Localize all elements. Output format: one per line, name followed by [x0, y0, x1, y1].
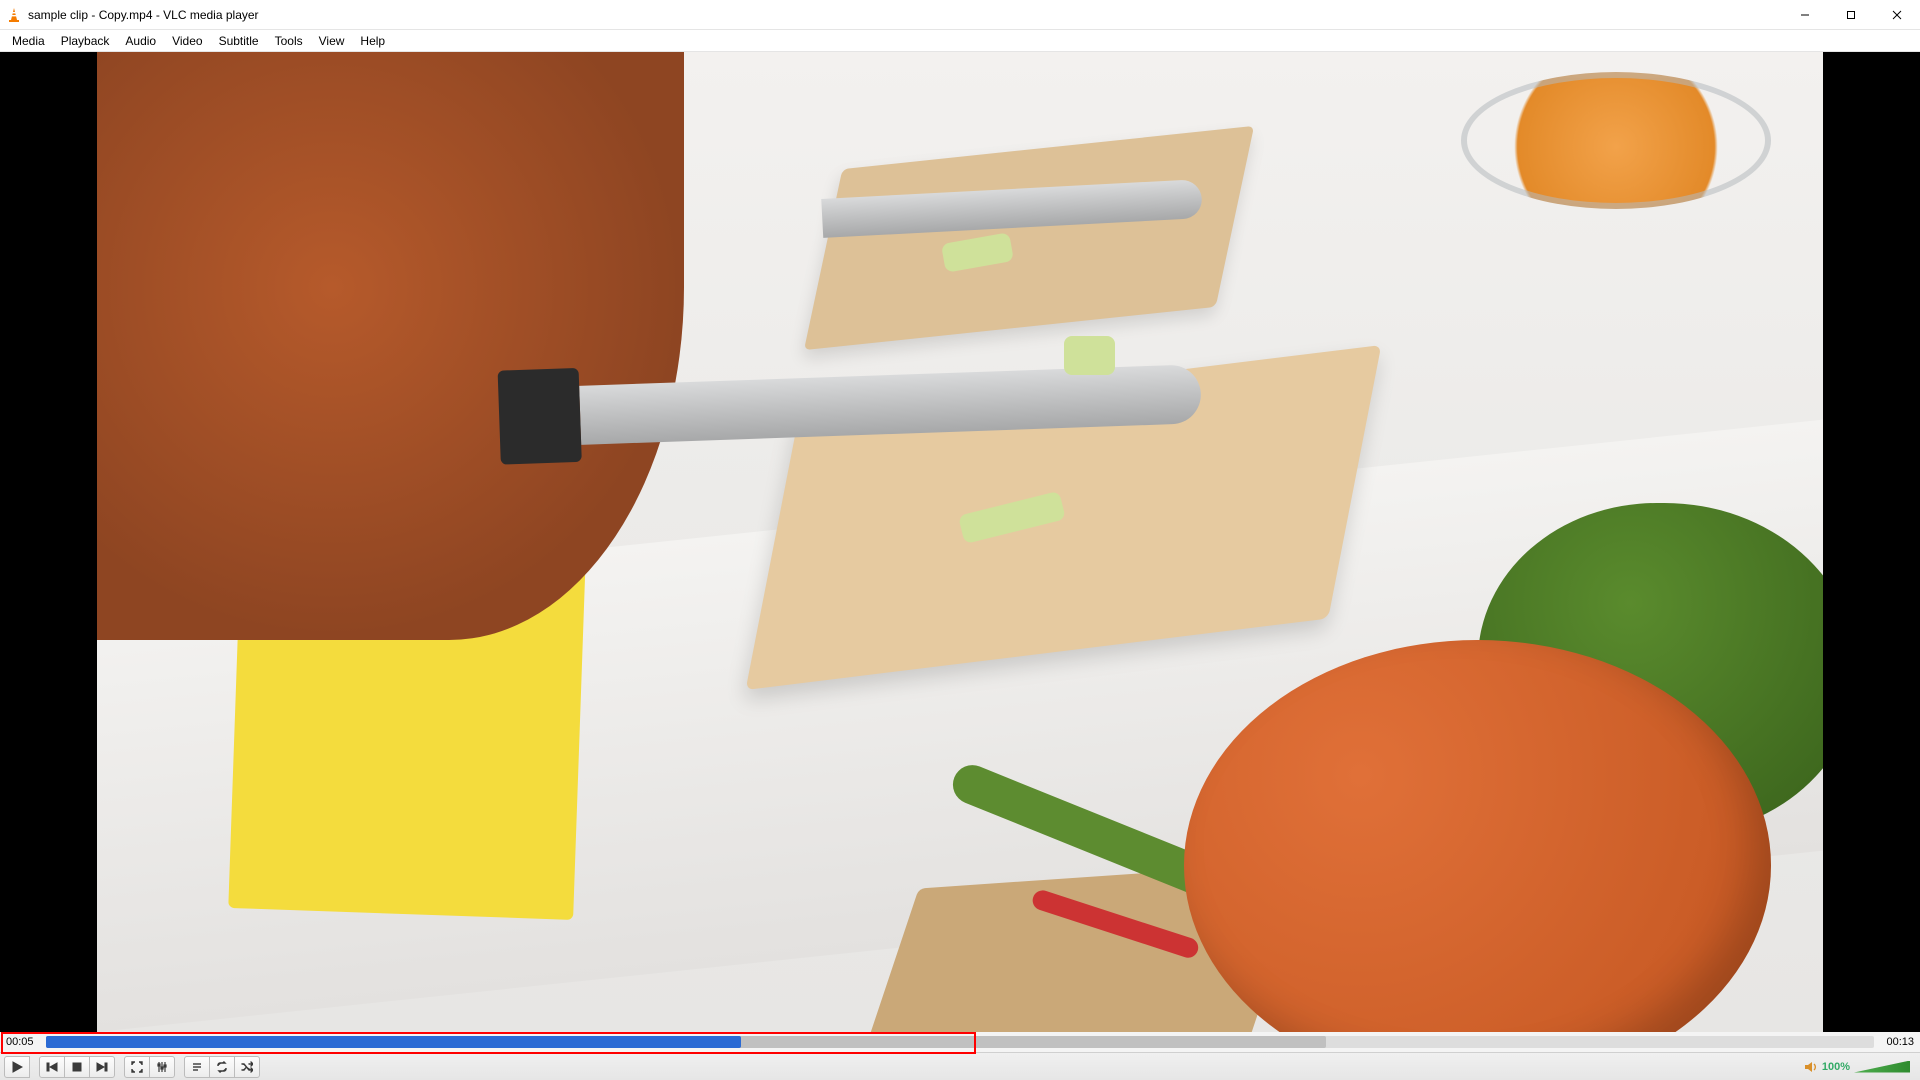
title-bar: sample clip - Copy.mp4 - VLC media playe… [0, 0, 1920, 30]
menu-media[interactable]: Media [4, 32, 53, 50]
volume-percent-label: 100% [1822, 1061, 1850, 1073]
play-button[interactable] [4, 1056, 30, 1078]
stop-button[interactable] [64, 1056, 90, 1078]
playlist-button[interactable] [184, 1056, 210, 1078]
volume-slider[interactable] [1854, 1059, 1910, 1075]
menu-playback[interactable]: Playback [53, 32, 118, 50]
extended-settings-button[interactable] [149, 1056, 175, 1078]
menu-view[interactable]: View [311, 32, 353, 50]
video-frame [97, 52, 1823, 1032]
fullscreen-button[interactable] [124, 1056, 150, 1078]
seek-slider[interactable] [46, 1036, 1874, 1048]
menu-help[interactable]: Help [352, 32, 393, 50]
shuffle-button[interactable] [234, 1056, 260, 1078]
seek-row: 00:05 00:13 [0, 1032, 1920, 1052]
previous-button[interactable] [39, 1056, 65, 1078]
next-button[interactable] [89, 1056, 115, 1078]
menu-audio[interactable]: Audio [117, 32, 164, 50]
vlc-cone-icon [6, 7, 22, 23]
loop-button[interactable] [209, 1056, 235, 1078]
maximize-button[interactable] [1828, 0, 1874, 30]
close-button[interactable] [1874, 0, 1920, 30]
total-time[interactable]: 00:13 [1880, 1036, 1914, 1048]
minimize-button[interactable] [1782, 0, 1828, 30]
video-area[interactable] [0, 52, 1920, 1032]
elapsed-time[interactable]: 00:05 [6, 1036, 40, 1048]
controls-bar: 100% [0, 1052, 1920, 1080]
volume-control[interactable]: 100% [1804, 1059, 1916, 1075]
menu-subtitle[interactable]: Subtitle [211, 32, 267, 50]
menu-bar: Media Playback Audio Video Subtitle Tool… [0, 30, 1920, 52]
window-title: sample clip - Copy.mp4 - VLC media playe… [28, 8, 259, 22]
menu-video[interactable]: Video [164, 32, 210, 50]
speaker-icon [1804, 1060, 1818, 1074]
menu-tools[interactable]: Tools [267, 32, 311, 50]
